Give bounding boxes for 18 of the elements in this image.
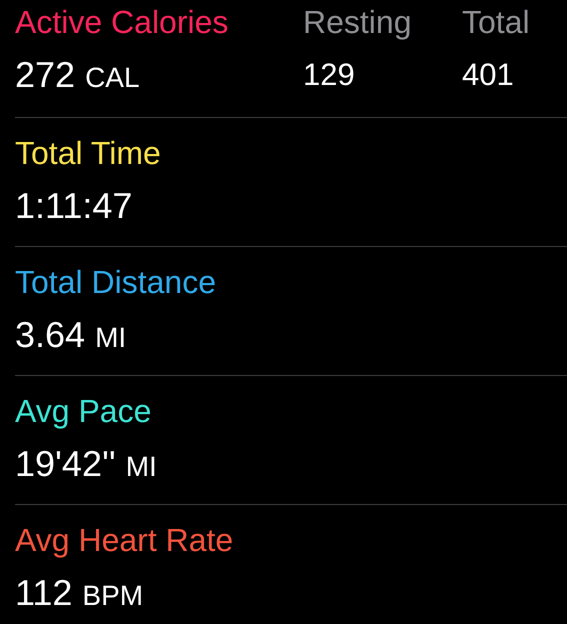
metric-label: Active Calories (15, 3, 228, 42)
metric-value: 129 (303, 56, 355, 94)
metric-label: Total (462, 3, 530, 42)
metric-value: 3.64 (15, 313, 86, 357)
metric-value: 1:11:47 (15, 184, 132, 228)
metric-value: 272 (15, 53, 76, 97)
metric-label: Avg Pace (15, 392, 152, 431)
metric-unit: CAL (85, 61, 140, 95)
metric-unit: BPM (82, 579, 144, 613)
metric-label: Total Time (15, 134, 161, 173)
metric-value: 401 (462, 56, 514, 94)
metric-label: Avg Heart Rate (15, 521, 234, 560)
metric-label: Total Distance (15, 263, 216, 302)
metric-value: 112 (15, 571, 72, 615)
metric-unit: MI (95, 321, 126, 355)
metric-label: Resting (303, 3, 412, 42)
metric-unit: MI (126, 450, 157, 484)
metric-value: 19'42'' (15, 442, 116, 486)
